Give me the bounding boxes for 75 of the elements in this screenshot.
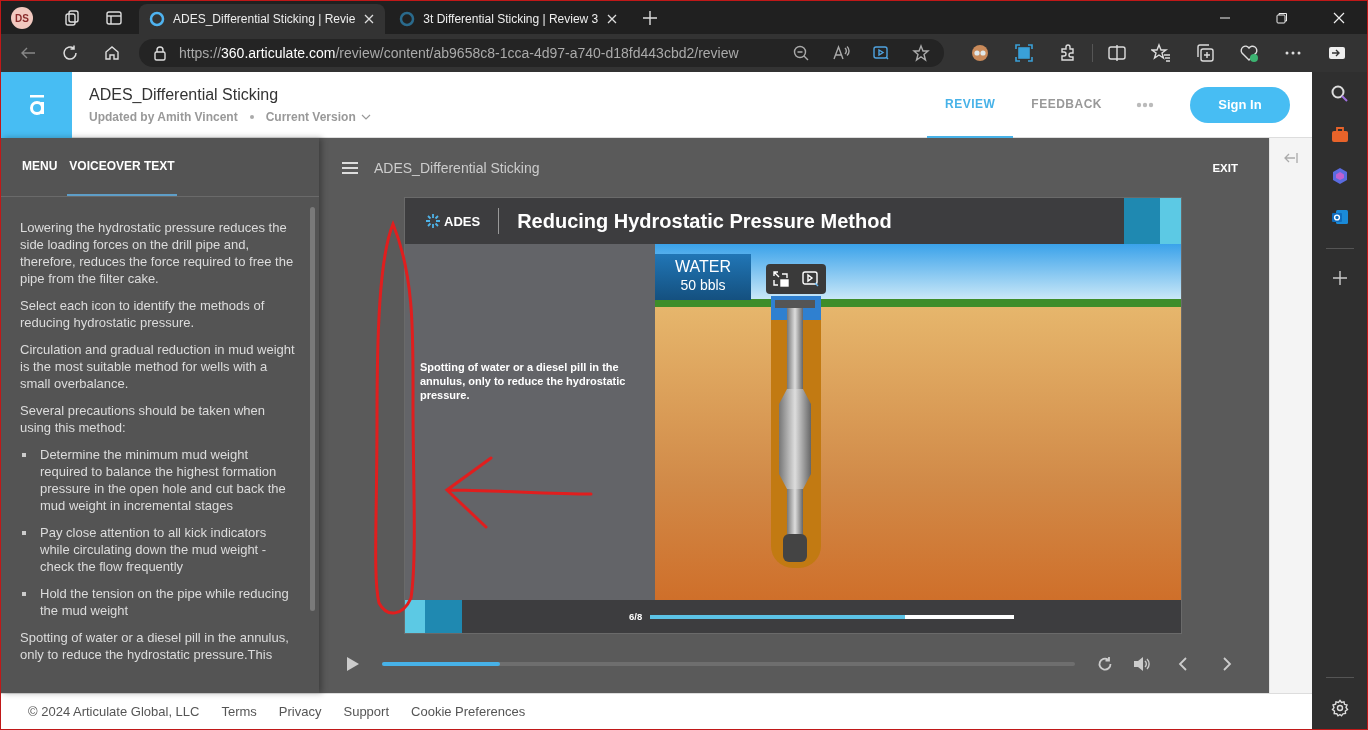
new-tab-icon[interactable]	[642, 10, 659, 26]
app-logo[interactable]	[1, 71, 72, 138]
exit-button[interactable]: EXIT	[1212, 161, 1238, 174]
zoom-out-icon[interactable]	[792, 44, 810, 62]
footer-link[interactable]: Cookie Preferences	[411, 704, 526, 719]
settings-icon[interactable]	[1330, 699, 1349, 717]
tank-volume: 50 bbls	[680, 276, 726, 294]
screenshot-icon[interactable]	[1014, 43, 1034, 63]
voiceover-paragraph: Several precautions should be taken when using this method:	[20, 402, 266, 436]
read-aloud-icon[interactable]	[832, 44, 850, 62]
loading-ring-icon	[399, 11, 416, 27]
voiceover-bullet: Determine the minimum mud weight required to balance the highest formation pressure in the open hole and cut back the mud weight in incremental stages	[40, 446, 287, 514]
course-title: ADES_Differential Sticking	[89, 85, 280, 104]
browser-tab[interactable]: 3t Differential Sticking | Review 3	[389, 4, 629, 34]
briefcase-icon[interactable]	[1329, 125, 1350, 145]
previous-icon[interactable]	[1177, 655, 1189, 672]
favorite-star-icon[interactable]	[912, 44, 930, 62]
player-title: ADES_Differential Sticking	[374, 159, 540, 176]
chevron-down-icon	[360, 112, 371, 121]
url-text[interactable]: https://360.articulate.com/review/content/ab9658c8-1cca-4d97-a740-d18fd443cbd2/review	[179, 45, 739, 61]
swap-icon[interactable]	[772, 270, 790, 288]
separator-dot	[249, 114, 254, 119]
voiceover-bullet: Pay close attention to all kick indicators while circulating down the mud weight - check the flow frequently	[40, 524, 268, 575]
video-enhance-icon[interactable]	[802, 270, 820, 288]
search-icon[interactable]	[1329, 84, 1350, 104]
logo-icon	[27, 93, 46, 116]
bullet-icon	[22, 453, 26, 457]
menu-icon[interactable]	[342, 161, 358, 174]
starburst-icon	[425, 213, 441, 229]
volume-icon[interactable]	[1133, 655, 1151, 672]
face-extension-icon[interactable]	[970, 43, 990, 63]
scrollbar[interactable]	[310, 207, 315, 611]
bullet-icon	[22, 531, 26, 535]
updated-by-text: Updated by Amith Vincent	[89, 109, 238, 124]
footer-link[interactable]: Privacy	[278, 704, 322, 719]
restore-icon[interactable]	[1276, 12, 1288, 24]
add-icon[interactable]	[1331, 270, 1348, 286]
copyright-text: © 2024 Articulate Global, LLC	[28, 704, 200, 719]
favorites-icon[interactable]	[1151, 43, 1171, 63]
tank-name: WATER	[675, 258, 731, 276]
close-icon[interactable]	[1333, 12, 1345, 24]
health-icon[interactable]	[1239, 43, 1259, 63]
next-icon[interactable]	[1221, 655, 1233, 672]
workspaces-icon[interactable]	[63, 9, 81, 27]
tab-actions-icon[interactable]	[105, 9, 123, 27]
address-bar[interactable]: https://360.articulate.com/review/content/ab9658c8-1cca-4d97-a740-d18fd443cbd2/review	[139, 39, 944, 67]
ades-logo: ADES	[425, 213, 481, 229]
footer-link[interactable]: Support	[343, 704, 390, 719]
browser-tab[interactable]: ADES_Differential Sticking | Revie	[139, 4, 386, 34]
home-icon[interactable]	[103, 44, 121, 62]
profile-avatar[interactable]: DS	[11, 7, 33, 29]
replay-icon[interactable]	[1097, 655, 1113, 672]
voiceover-paragraph: Circulation and gradual reduction in mud weight is the most suitable method for wells with a small overbalance.	[20, 341, 296, 392]
refresh-icon[interactable]	[61, 44, 79, 62]
video-enhance-icon[interactable]	[872, 44, 890, 62]
lock-icon[interactable]	[153, 45, 167, 61]
play-icon[interactable]	[346, 655, 360, 672]
footer-link[interactable]: Terms	[221, 704, 257, 719]
close-icon[interactable]	[606, 13, 619, 25]
seek-bar[interactable]	[382, 661, 1075, 666]
voiceover-paragraph: Lowering the hydrostatic pressure reduces the side loading forces on the drill pipe and, therefore, reduces the force required to free the pipe from the filter cake.	[20, 219, 295, 287]
voiceover-paragraph: Spotting of water or a diesel pill in the annulus, only to reduce the hydrostatic pressure.This	[20, 629, 290, 663]
panel-tab[interactable]: MENU	[20, 138, 60, 196]
callout-text: Spotting of water or a diesel pill in the annulus, only to reduce the hydrostatic pressure.	[420, 360, 627, 402]
page-counter: 6/8	[629, 611, 643, 622]
bullet-icon	[22, 592, 26, 596]
slide-title: Reducing Hydrostatic Pressure Method	[517, 209, 892, 233]
split-screen-icon[interactable]	[1107, 43, 1127, 63]
voiceover-paragraph: Select each icon to identify the methods of reducing hydrostatic pressure.	[20, 297, 266, 331]
mail-app-icon[interactable]	[1329, 207, 1350, 227]
close-icon[interactable]	[363, 13, 376, 25]
panel-tab[interactable]: VOICEOVER TEXT	[67, 138, 177, 196]
collections-icon[interactable]	[1195, 43, 1215, 63]
voiceover-bullet: Hold the tension on the pipe while reducing the mud weight	[40, 585, 290, 619]
loading-ring-icon	[149, 11, 165, 27]
